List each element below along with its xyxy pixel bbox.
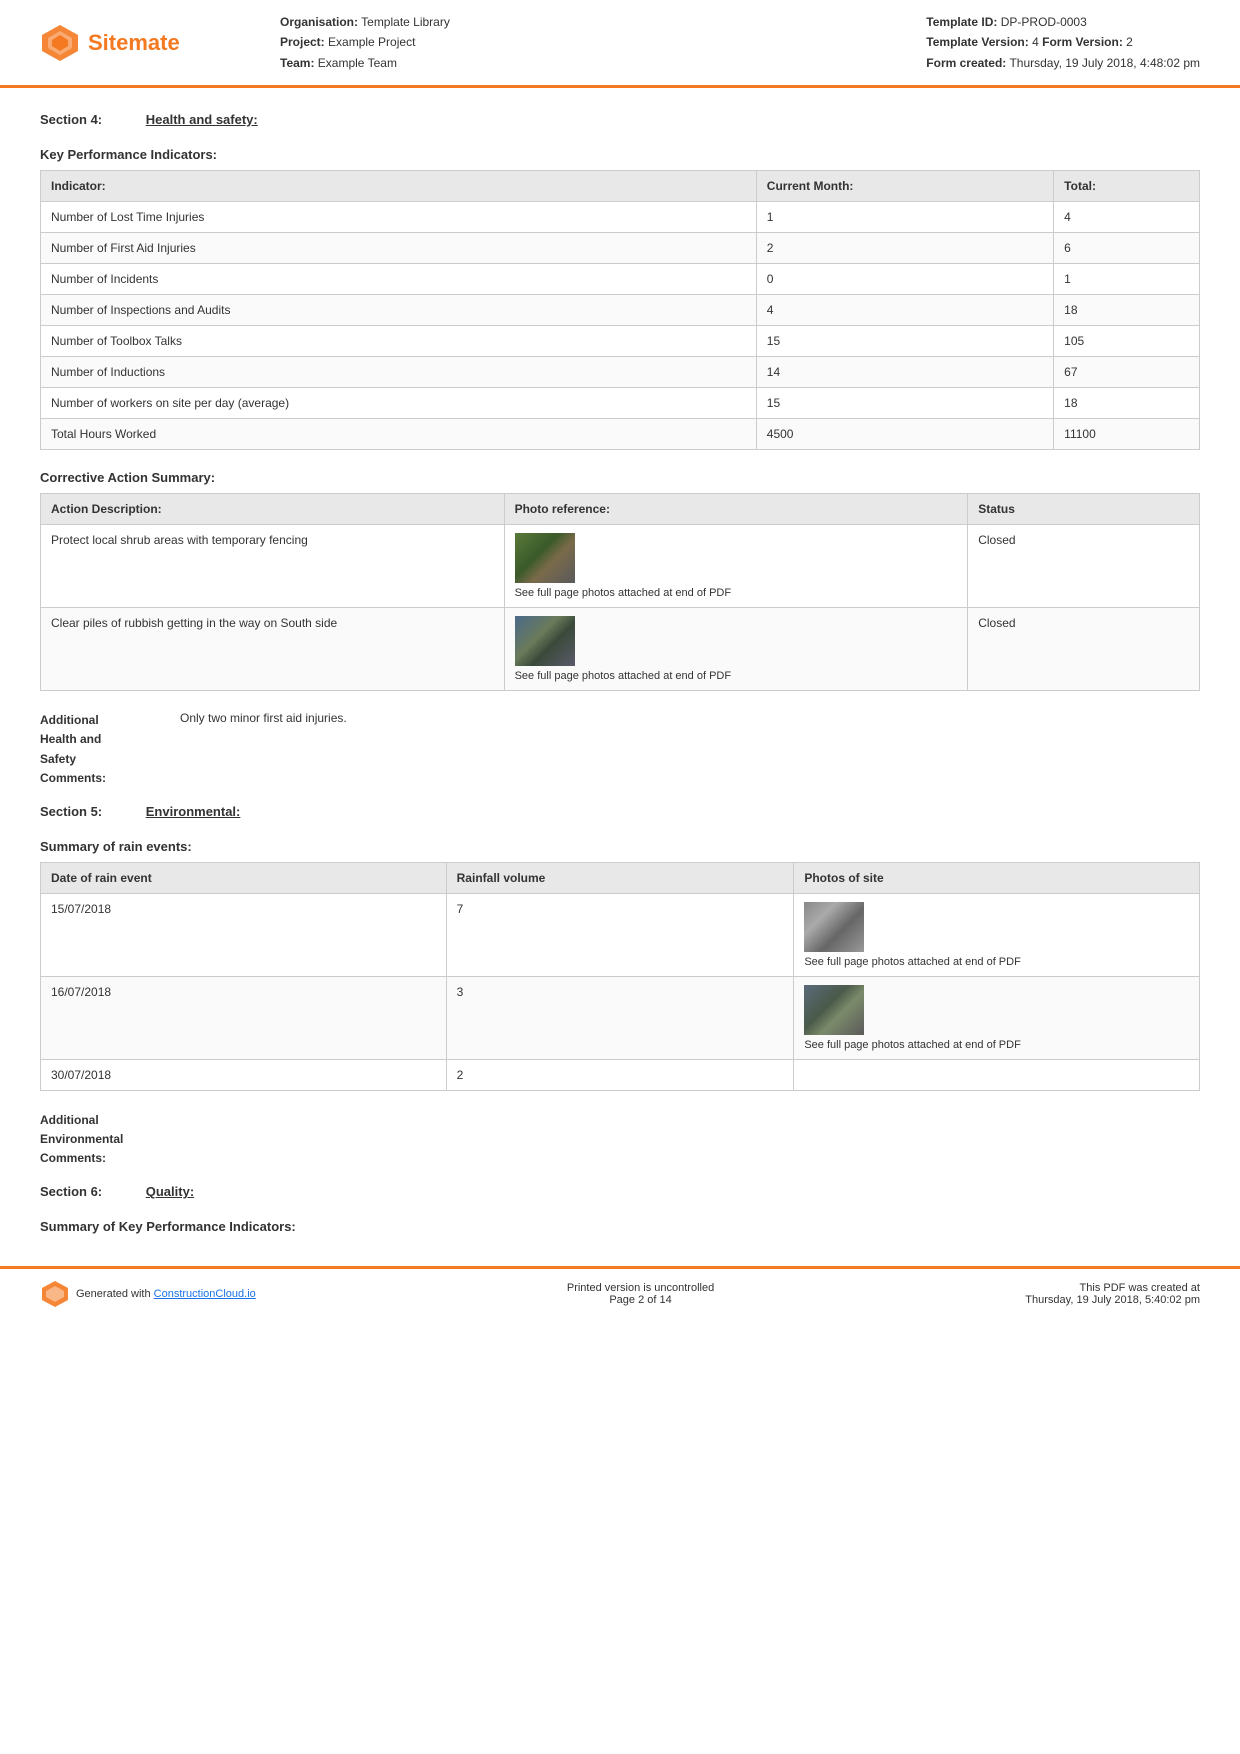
project-line: Project: Example Project [280,32,450,52]
rain-col-photos: Photos of site [794,862,1200,893]
kpi-row-5-col-2: 67 [1054,357,1200,388]
rain-row-1-photo-caption: See full page photos attached at end of … [804,1039,1189,1051]
rain-row-1-volume: 3 [446,976,794,1059]
rain-row-1-photo-thumb [804,985,864,1035]
corrective-row-1-status: Closed [968,608,1200,691]
rain-row-1-photos: See full page photos attached at end of … [794,976,1200,1059]
logo-area: Sitemate [40,23,240,63]
corrective-row-0-status: Closed [968,525,1200,608]
sitemate-logo-icon [40,23,80,63]
kpi-row-6-col-2: 18 [1054,388,1200,419]
footer-logo-icon [40,1279,70,1309]
logo-text: Sitemate [88,30,180,56]
header-col-right: Template ID: DP-PROD-0003 Template Versi… [926,12,1200,73]
kpi-row-2-col-2: 1 [1054,264,1200,295]
page-header: Sitemate Organisation: Template Library … [0,0,1240,88]
kpi-col-total: Total: [1054,171,1200,202]
rain-table: Date of rain event Rainfall volume Photo… [40,862,1200,1091]
corrective-col-photo: Photo reference: [504,494,968,525]
health-comment-label: AdditionalHealth andSafetyComments: [40,711,180,788]
health-comment-block: AdditionalHealth andSafetyComments: Only… [40,711,1200,788]
rain-heading: Summary of rain events: [40,839,1200,854]
corrective-row-0-photo-caption: See full page photos attached at end of … [515,587,958,599]
rain-row-2-date: 30/07/2018 [41,1059,447,1090]
rain-row-0-photo-caption: See full page photos attached at end of … [804,956,1189,968]
corrective-col-description: Action Description: [41,494,505,525]
header-meta: Organisation: Template Library Project: … [240,12,1200,73]
corrective-row-0-description: Protect local shrub areas with temporary… [41,525,505,608]
rain-row-0-volume: 7 [446,893,794,976]
footer-page: Page 2 of 14 [567,1294,714,1306]
env-comment-block: AdditionalEnvironmentalComments: [40,1111,1200,1169]
corrective-row-1-photo-thumb [515,616,575,666]
corrective-heading: Corrective Action Summary: [40,470,1200,485]
rain-row-2-photos [794,1059,1200,1090]
footer-link[interactable]: ConstructionCloud.io [154,1288,256,1300]
section5-heading: Section 5: Environmental: [40,804,1200,819]
rain-col-volume: Rainfall volume [446,862,794,893]
rain-row-0-date: 15/07/2018 [41,893,447,976]
kpi-row-7-col-2: 11100 [1054,419,1200,450]
rain-row-2-volume: 2 [446,1059,794,1090]
health-comment-value: Only two minor first aid injuries. [180,711,347,788]
corrective-col-status: Status [968,494,1200,525]
kpi-row-2-col-1: 0 [756,264,1053,295]
kpi-row-4-col-1: 15 [756,326,1053,357]
corrective-row-1-photo-caption: See full page photos attached at end of … [515,670,958,682]
kpi-row-3-col-2: 18 [1054,295,1200,326]
kpi-row-1-col-1: 2 [756,233,1053,264]
team-line: Team: Example Team [280,53,450,73]
section6-heading: Section 6: Quality: [40,1184,1200,1199]
rain-row-0-photos: See full page photos attached at end of … [794,893,1200,976]
footer-uncontrolled: Printed version is uncontrolled [567,1282,714,1294]
kpi-row-0-col-2: 4 [1054,202,1200,233]
corrective-row-0-photo-thumb [515,533,575,583]
corrective-row-1-description: Clear piles of rubbish getting in the wa… [41,608,505,691]
footer-center: Printed version is uncontrolled Page 2 o… [567,1282,714,1306]
template-version-line: Template Version: 4 Form Version: 2 [926,32,1200,52]
rain-row-0-photo-thumb [804,902,864,952]
corrective-row-1-photo: See full page photos attached at end of … [504,608,968,691]
section6-kpi-heading: Summary of Key Performance Indicators: [40,1219,1200,1234]
corrective-table: Action Description: Photo reference: Sta… [40,493,1200,691]
form-created-line: Form created: Thursday, 19 July 2018, 4:… [926,53,1200,73]
main-content: Section 4: Health and safety: Key Perfor… [0,88,1240,1266]
kpi-row-3-col-0: Number of Inspections and Audits [41,295,757,326]
kpi-row-4-col-0: Number of Toolbox Talks [41,326,757,357]
kpi-row-3-col-1: 4 [756,295,1053,326]
kpi-row-6-col-1: 15 [756,388,1053,419]
kpi-row-4-col-2: 105 [1054,326,1200,357]
kpi-row-7-col-1: 4500 [756,419,1053,450]
kpi-col-current: Current Month: [756,171,1053,202]
footer-pdf-date: Thursday, 19 July 2018, 5:40:02 pm [1025,1294,1200,1306]
template-id-line: Template ID: DP-PROD-0003 [926,12,1200,32]
footer-left: Generated with ConstructionCloud.io [40,1279,256,1309]
section4-heading: Section 4: Health and safety: [40,112,1200,127]
kpi-row-5-col-1: 14 [756,357,1053,388]
kpi-row-6-col-0: Number of workers on site per day (avera… [41,388,757,419]
rain-col-date: Date of rain event [41,862,447,893]
kpi-col-indicator: Indicator: [41,171,757,202]
kpi-row-0-col-1: 1 [756,202,1053,233]
kpi-heading: Key Performance Indicators: [40,147,1200,162]
kpi-row-1-col-0: Number of First Aid Injuries [41,233,757,264]
kpi-row-1-col-2: 6 [1054,233,1200,264]
page-footer: Generated with ConstructionCloud.io Prin… [0,1266,1240,1319]
kpi-row-0-col-0: Number of Lost Time Injuries [41,202,757,233]
kpi-row-5-col-0: Number of Inductions [41,357,757,388]
env-comment-label: AdditionalEnvironmentalComments: [40,1111,180,1169]
footer-generated-text: Generated with ConstructionCloud.io [76,1288,256,1300]
corrective-row-0-photo: See full page photos attached at end of … [504,525,968,608]
kpi-table: Indicator: Current Month: Total: Number … [40,170,1200,450]
footer-pdf-created: This PDF was created at [1025,1282,1200,1294]
rain-row-1-date: 16/07/2018 [41,976,447,1059]
org-line: Organisation: Template Library [280,12,450,32]
header-col-left: Organisation: Template Library Project: … [280,12,450,73]
kpi-row-7-col-0: Total Hours Worked [41,419,757,450]
kpi-row-2-col-0: Number of Incidents [41,264,757,295]
footer-right: This PDF was created at Thursday, 19 Jul… [1025,1282,1200,1306]
